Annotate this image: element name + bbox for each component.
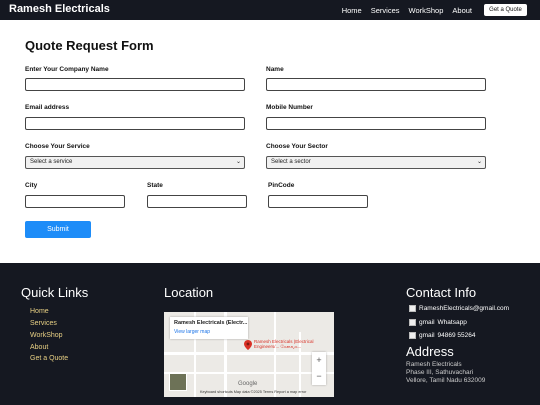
service-select[interactable]: Select a service ⌄ xyxy=(25,156,245,169)
contact-email[interactable]: RameshElectricals@gmail.com xyxy=(409,305,509,312)
gmail-alt-text: gmail xyxy=(419,319,435,326)
address-title: Address xyxy=(406,344,454,359)
sector-select-value: Select a sector xyxy=(271,159,311,165)
embedded-map[interactable]: Ramesh Electricals (Electr... View large… xyxy=(164,312,334,397)
company-name-label: Enter Your Company Name xyxy=(25,66,109,73)
mobile-input[interactable] xyxy=(266,117,486,130)
email-input[interactable] xyxy=(25,117,245,130)
get-quote-button[interactable]: Get a Quote xyxy=(484,4,527,16)
pincode-input[interactable] xyxy=(268,195,368,208)
zoom-in-button[interactable]: + xyxy=(312,352,326,368)
google-logo: Google xyxy=(238,381,258,387)
zoom-out-button[interactable]: − xyxy=(312,368,326,384)
email-label: Email address xyxy=(25,104,70,111)
gmail-icon xyxy=(409,319,416,326)
nav-link-about[interactable]: About xyxy=(452,6,472,15)
company-name-input[interactable] xyxy=(25,78,245,91)
map-road xyxy=(164,372,334,374)
name-label: Name xyxy=(266,66,284,73)
address-line: Vellore, Tamil Nadu 632009 xyxy=(406,377,486,384)
email-icon xyxy=(409,305,416,312)
pincode-label: PinCode xyxy=(268,182,295,189)
contact-email-text: RameshElectricals@gmail.com xyxy=(419,305,510,312)
footer-link-about[interactable]: About xyxy=(30,344,48,351)
contact-info-title: Contact Info xyxy=(406,285,477,300)
address-line: Ramesh Electricals xyxy=(406,361,462,368)
state-label: State xyxy=(147,182,163,189)
top-navbar: Ramesh Electricals Home Services WorkSho… xyxy=(0,0,540,20)
quick-links-title: Quick Links xyxy=(21,285,89,300)
name-input[interactable] xyxy=(266,78,486,91)
location-title: Location xyxy=(164,285,214,300)
gmail-alt-text: gmail xyxy=(419,332,435,339)
address-line: Phase III, Sathuvachari xyxy=(406,369,474,376)
submit-button[interactable]: Submit xyxy=(25,221,91,238)
chevron-down-icon: ⌄ xyxy=(235,159,241,165)
contact-whatsapp[interactable]: gmail Whatsapp xyxy=(409,319,467,326)
sector-select[interactable]: Select a sector ⌄ xyxy=(266,156,486,169)
map-pin-label: Ramesh Electricals (Electrical Engineers… xyxy=(254,339,314,349)
sector-label: Choose Your Sector xyxy=(266,143,328,150)
map-road xyxy=(274,312,276,397)
footer-link-home[interactable]: Home xyxy=(30,308,49,315)
map-place-name: Ramesh Electricals (Electr... xyxy=(174,320,248,326)
nav-link-workshop[interactable]: WorkShop xyxy=(409,6,444,15)
city-input[interactable] xyxy=(25,195,125,208)
nav-links: Home Services WorkShop About xyxy=(342,6,472,15)
gmail-icon xyxy=(409,332,416,339)
state-input[interactable] xyxy=(147,195,247,208)
contact-phone[interactable]: gmail 94869 55264 xyxy=(409,332,476,339)
mobile-label: Mobile Number xyxy=(266,104,313,111)
nav-link-services[interactable]: Services xyxy=(371,6,400,15)
map-place-card: Ramesh Electricals (Electr... View large… xyxy=(170,317,248,339)
map-road xyxy=(164,352,334,355)
footer-link-workshop[interactable]: WorkShop xyxy=(30,332,63,339)
map-attribution: Keyboard shortcuts Map data ©2025 Terms … xyxy=(200,390,307,394)
page-title: Quote Request Form xyxy=(25,38,154,53)
footer-link-services[interactable]: Services xyxy=(30,320,57,327)
service-select-value: Select a service xyxy=(30,159,73,165)
chevron-down-icon: ⌄ xyxy=(476,159,482,165)
contact-whatsapp-text: Whatsapp xyxy=(437,319,467,326)
city-label: City xyxy=(25,182,38,189)
map-pin-icon[interactable] xyxy=(244,340,252,350)
footer-link-get-quote[interactable]: Get a Quote xyxy=(30,355,68,362)
service-label: Choose Your Service xyxy=(25,143,90,150)
view-larger-map-link[interactable]: View larger map xyxy=(174,329,210,335)
contact-phone-text: 94869 55264 xyxy=(437,332,476,339)
map-zoom-control: + − xyxy=(312,352,326,385)
brand-logo[interactable]: Ramesh Electricals xyxy=(9,3,110,15)
nav-link-home[interactable]: Home xyxy=(342,6,362,15)
satellite-toggle[interactable] xyxy=(169,373,187,391)
